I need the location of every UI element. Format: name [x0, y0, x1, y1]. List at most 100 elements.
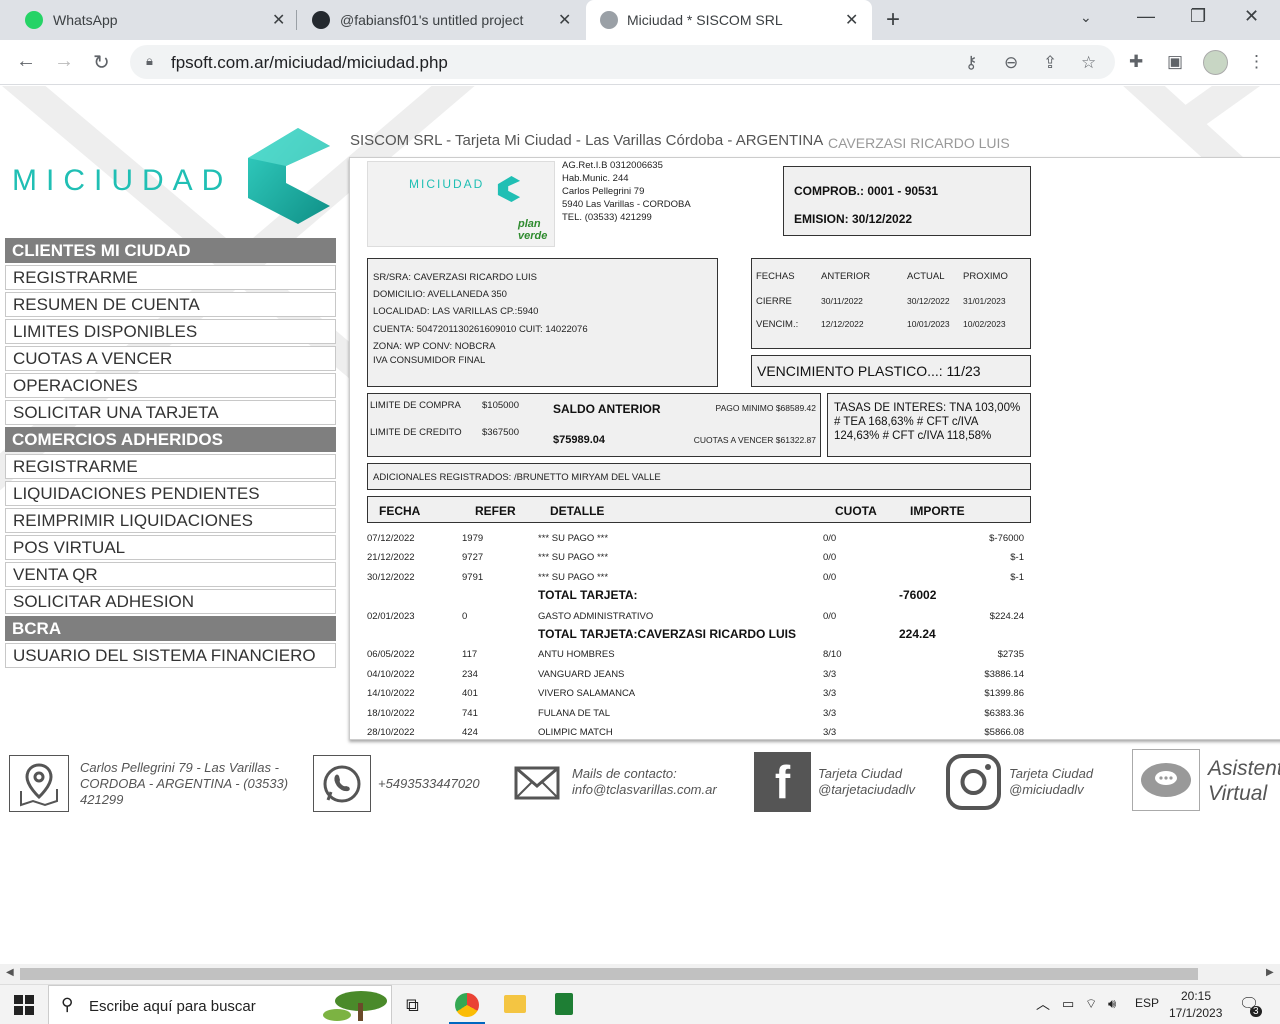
tab-miciudad[interactable]: Miciudad * SISCOM SRL ✕ — [586, 0, 872, 40]
window-close-icon[interactable]: ✕ — [1244, 6, 1259, 27]
wifi-icon[interactable]: ⌔ — [1085, 996, 1097, 1012]
lock-icon[interactable]: 🔒︎ — [146, 53, 153, 69]
key-icon[interactable]: ⚷ — [965, 53, 977, 73]
chevron-up-icon[interactable]: ︿ — [1036, 994, 1050, 1014]
tab-github[interactable]: @fabiansf01's untitled project ✕ — [290, 0, 586, 40]
close-icon[interactable]: ✕ — [845, 10, 858, 30]
minimize-icon[interactable]: — — [1137, 6, 1155, 27]
location-icon[interactable] — [9, 755, 69, 812]
new-tab-button[interactable]: + — [886, 6, 900, 34]
whatsapp-icon[interactable] — [313, 755, 371, 812]
tab-title: WhatsApp — [53, 12, 118, 28]
search-icon: ⚲ — [61, 995, 74, 1014]
asistente-virtual-link[interactable]: Asistente Virtual — [1208, 756, 1280, 806]
browser-tab-bar: WhatsApp ✕ @fabiansf01's untitled projec… — [0, 0, 1280, 40]
menu-item-solicitar-adhesion[interactable]: SOLICITAR ADHESION — [5, 589, 336, 614]
tab-title: @fabiansf01's untitled project — [340, 12, 524, 28]
chrome-taskbar-icon[interactable] — [455, 993, 479, 1017]
cuotas-a-vencer: CUOTAS A VENCER $61322.87 — [693, 435, 816, 445]
zoom-icon[interactable]: ⊖ — [1004, 53, 1018, 73]
close-icon[interactable]: ✕ — [272, 10, 285, 30]
instagram-label: Tarjeta Ciudad — [1009, 766, 1094, 781]
github-icon — [312, 11, 330, 29]
scroll-left-icon[interactable]: ◀ — [6, 967, 14, 978]
miciudad-logo-icon — [248, 128, 330, 224]
menu-item-liquidaciones-pendientes[interactable]: LIQUIDACIONES PENDIENTES — [5, 481, 336, 506]
windows-start-icon[interactable] — [14, 995, 34, 1015]
mail-address[interactable]: info@tclasvarillas.com.ar — [572, 782, 717, 798]
menu-icon[interactable]: ⋮ — [1248, 52, 1265, 72]
share-icon[interactable]: ⇪ — [1043, 53, 1057, 73]
clock-time[interactable]: 20:15 — [1181, 989, 1211, 1003]
close-icon[interactable]: ✕ — [558, 10, 571, 30]
address-bar[interactable]: 🔒︎ fpsoft.com.ar/miciudad/miciudad.php ⚷… — [130, 45, 1115, 79]
menu-item-operaciones[interactable]: OPERACIONES — [5, 373, 336, 398]
limite-credito-value: $367500 — [482, 427, 519, 438]
limite-credito-label: LIMITE DE CREDITO — [370, 427, 462, 438]
col-detalle: DETALLE — [550, 504, 605, 518]
back-icon[interactable]: ← — [16, 50, 36, 73]
instagram-icon[interactable] — [945, 752, 1002, 812]
menu-item-solicitar-tarjeta[interactable]: SOLICITAR UNA TARJETA — [5, 400, 336, 425]
taskbar-search[interactable]: ⚲ Escribe aquí para buscar — [48, 985, 392, 1024]
menu-item-resumen-de-cuenta[interactable]: RESUMEN DE CUENTA — [5, 292, 336, 317]
extensions-icon[interactable]: ✚ — [1129, 52, 1143, 72]
table-header: FECHA REFER DETALLE CUOTA IMPORTE — [367, 496, 1031, 523]
cierre-actual: 30/12/2022 — [907, 296, 950, 306]
tab-search-icon[interactable]: ⌄ — [1080, 9, 1092, 26]
dates-box: FECHAS ANTERIOR ACTUAL PROXIMO CIERRE 30… — [751, 258, 1031, 349]
file-explorer-icon[interactable] — [504, 995, 526, 1013]
excel-icon[interactable] — [555, 993, 573, 1015]
vencim-proximo: 10/02/2023 — [963, 319, 1006, 329]
mail-icon[interactable] — [514, 766, 560, 800]
browser-toolbar: ← → ↻ 🔒︎ fpsoft.com.ar/miciudad/miciudad… — [0, 40, 1280, 85]
cell-detalle: OLIMPIC MATCH — [538, 727, 613, 738]
table-row: 04/10/2022 234 VANGUARD JEANS 3/3 $3886.… — [367, 669, 1027, 685]
client-line: CUENTA: 5047201130261609010 CUIT: 140220… — [373, 324, 588, 335]
windows-taskbar: ⚲ Escribe aquí para buscar ⧉ ︿ ▭ ⌔ 🔊︎ ES… — [0, 984, 1280, 1024]
instagram-handle[interactable]: @miciudadlv — [1009, 782, 1093, 798]
site-header: SISCOM SRL - Tarjeta Mi Ciudad - Las Var… — [350, 132, 824, 149]
limits-box: LIMITE DE COMPRA $105000 LIMITE DE CREDI… — [367, 393, 821, 457]
menu-item-pos-virtual[interactable]: POS VIRTUAL — [5, 535, 336, 560]
vencimiento-plastico: VENCIMIENTO PLASTICO...: 11/23 — [757, 363, 981, 379]
cell-detalle: ANTU HOMBRES — [538, 649, 615, 660]
volume-icon[interactable]: 🔊︎ — [1108, 996, 1116, 1012]
tab-whatsapp[interactable]: WhatsApp ✕ — [0, 0, 290, 40]
restore-icon[interactable]: ❐ — [1190, 6, 1206, 27]
facebook-handle[interactable]: @tarjetaciudadlv — [818, 782, 915, 798]
meet-icon[interactable]: ▭ — [1062, 996, 1074, 1012]
cell-importe: $-76000 — [989, 533, 1024, 544]
menu-item-registrarme[interactable]: REGISTRARME — [5, 265, 336, 290]
footer-instagram: Tarjeta Ciudad @miciudadlv — [1009, 766, 1093, 798]
star-icon[interactable]: ☆ — [1081, 53, 1096, 73]
task-view-icon[interactable]: ⧉ — [406, 995, 419, 1016]
menu-item-reimprimir-liquidaciones[interactable]: REIMPRIMIR LIQUIDACIONES — [5, 508, 336, 533]
dates-header: FECHAS — [756, 271, 795, 282]
menu-item-cuotas-a-vencer[interactable]: CUOTAS A VENCER — [5, 346, 336, 371]
reload-icon[interactable]: ↻ — [93, 50, 110, 75]
menu-item-usuario-sistema-financiero[interactable]: USUARIO DEL SISTEMA FINANCIERO — [5, 643, 336, 668]
comprobante-box: COMPROB.: 0001 - 90531 EMISION: 30/12/20… — [783, 166, 1031, 236]
scrollbar-thumb[interactable] — [20, 968, 1198, 980]
footer-phone[interactable]: +5493533447020 — [378, 776, 480, 792]
forward-icon[interactable]: → — [54, 50, 74, 73]
mails-label: Mails de contacto: — [572, 766, 677, 781]
horizontal-scrollbar[interactable]: ◀ ▶ — [0, 964, 1280, 984]
cell-fecha: 28/10/2022 — [367, 727, 415, 738]
facebook-icon[interactable]: f — [754, 752, 811, 812]
scroll-right-icon[interactable]: ▶ — [1266, 967, 1274, 978]
cell-refer: 234 — [462, 669, 478, 680]
cell-importe: $-1 — [1010, 552, 1024, 563]
cell-detalle: VANGUARD JEANS — [538, 669, 625, 680]
profile-avatar[interactable] — [1203, 50, 1228, 75]
language-indicator[interactable]: ESP — [1135, 996, 1159, 1010]
menu-item-registrarme-comercio[interactable]: REGISTRARME — [5, 454, 336, 479]
menu-item-limites-disponibles[interactable]: LIMITES DISPONIBLES — [5, 319, 336, 344]
chat-bot-icon[interactable] — [1132, 749, 1200, 811]
side-panel-icon[interactable]: ▣ — [1167, 52, 1183, 72]
clock-date[interactable]: 17/1/2023 — [1169, 1006, 1222, 1020]
cell-fecha: 06/05/2022 — [367, 649, 415, 660]
menu-item-venta-qr[interactable]: VENTA QR — [5, 562, 336, 587]
cell-refer: 9791 — [462, 572, 484, 583]
